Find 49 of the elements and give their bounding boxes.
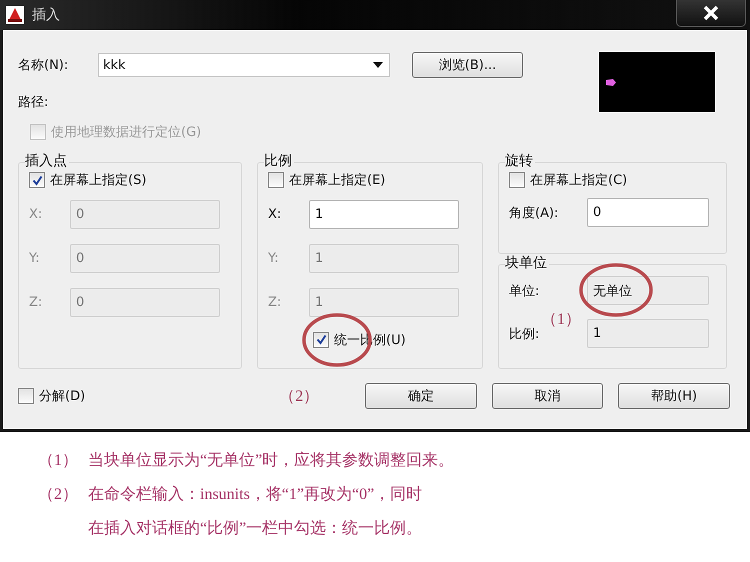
check-icon	[316, 334, 326, 345]
name-dropdown[interactable]: kkk	[98, 53, 390, 77]
input-field[interactable]: 1	[309, 200, 459, 229]
check-icon	[32, 174, 42, 186]
annotation-number: （2）	[279, 386, 320, 406]
note-text: 在插入对话框的“比例”一栏中勾选：统一比例。	[88, 518, 422, 539]
field-label: X:	[29, 207, 44, 222]
note-text: 在命令栏输入：insunits，将“1”再改为“0”，同时	[88, 484, 422, 505]
field-label: 名称(N):	[18, 57, 70, 74]
checkbox[interactable]	[268, 172, 284, 188]
checkbox-label: 在屏幕上指定(S)	[50, 172, 146, 189]
dropdown-arrow-icon	[373, 62, 383, 68]
group-title: 旋转	[505, 152, 535, 170]
annotation-number: （1）	[541, 311, 581, 328]
checkbox-label: 在屏幕上指定(E)	[289, 172, 386, 189]
checkbox-label: 分解(D)	[39, 388, 86, 405]
note-text: 当块单位显示为“无单位”时，应将其参数调整回来。	[88, 450, 454, 471]
field-label: Z:	[268, 295, 282, 310]
input-field[interactable]: 0	[587, 198, 709, 227]
group-title: 插入点	[25, 152, 69, 170]
checkbox[interactable]	[313, 332, 329, 348]
unit-field: 无单位	[587, 276, 709, 305]
note-number: （2）	[38, 485, 79, 505]
field-label: 单位:	[509, 282, 540, 300]
field-label: 比例:	[509, 326, 540, 342]
field-label: 角度(A):	[509, 204, 560, 222]
scale-field: 1	[587, 319, 709, 348]
field-label: Y:	[29, 251, 41, 266]
note-number: （1）	[38, 451, 79, 471]
path-label: 路径:	[18, 94, 50, 111]
group-title: 块单位	[505, 254, 549, 272]
close-icon	[703, 5, 719, 21]
checkbox[interactable]	[29, 172, 45, 188]
field-label: Y:	[268, 251, 280, 266]
field-label: X:	[268, 207, 282, 222]
dialog-button[interactable]: 帮助(H)	[618, 383, 730, 409]
dialog-button[interactable]: 确定	[364, 383, 477, 409]
browse-button[interactable]: 浏览(B)...	[412, 52, 523, 78]
checkbox-label: 使用地理数据进行定位(G)	[51, 124, 202, 141]
checkbox[interactable]	[509, 172, 525, 188]
field-label: Z:	[29, 295, 44, 310]
window-title: 插入	[32, 6, 60, 24]
checkbox[interactable]	[18, 388, 34, 404]
app-logo-icon	[6, 6, 24, 24]
close-button[interactable]	[676, 0, 746, 27]
group-title: 比例	[264, 152, 294, 170]
block-shape-icon	[606, 79, 616, 86]
dialog-button[interactable]: 取消	[492, 383, 604, 409]
checkbox-label: 在屏幕上指定(C)	[530, 172, 628, 189]
